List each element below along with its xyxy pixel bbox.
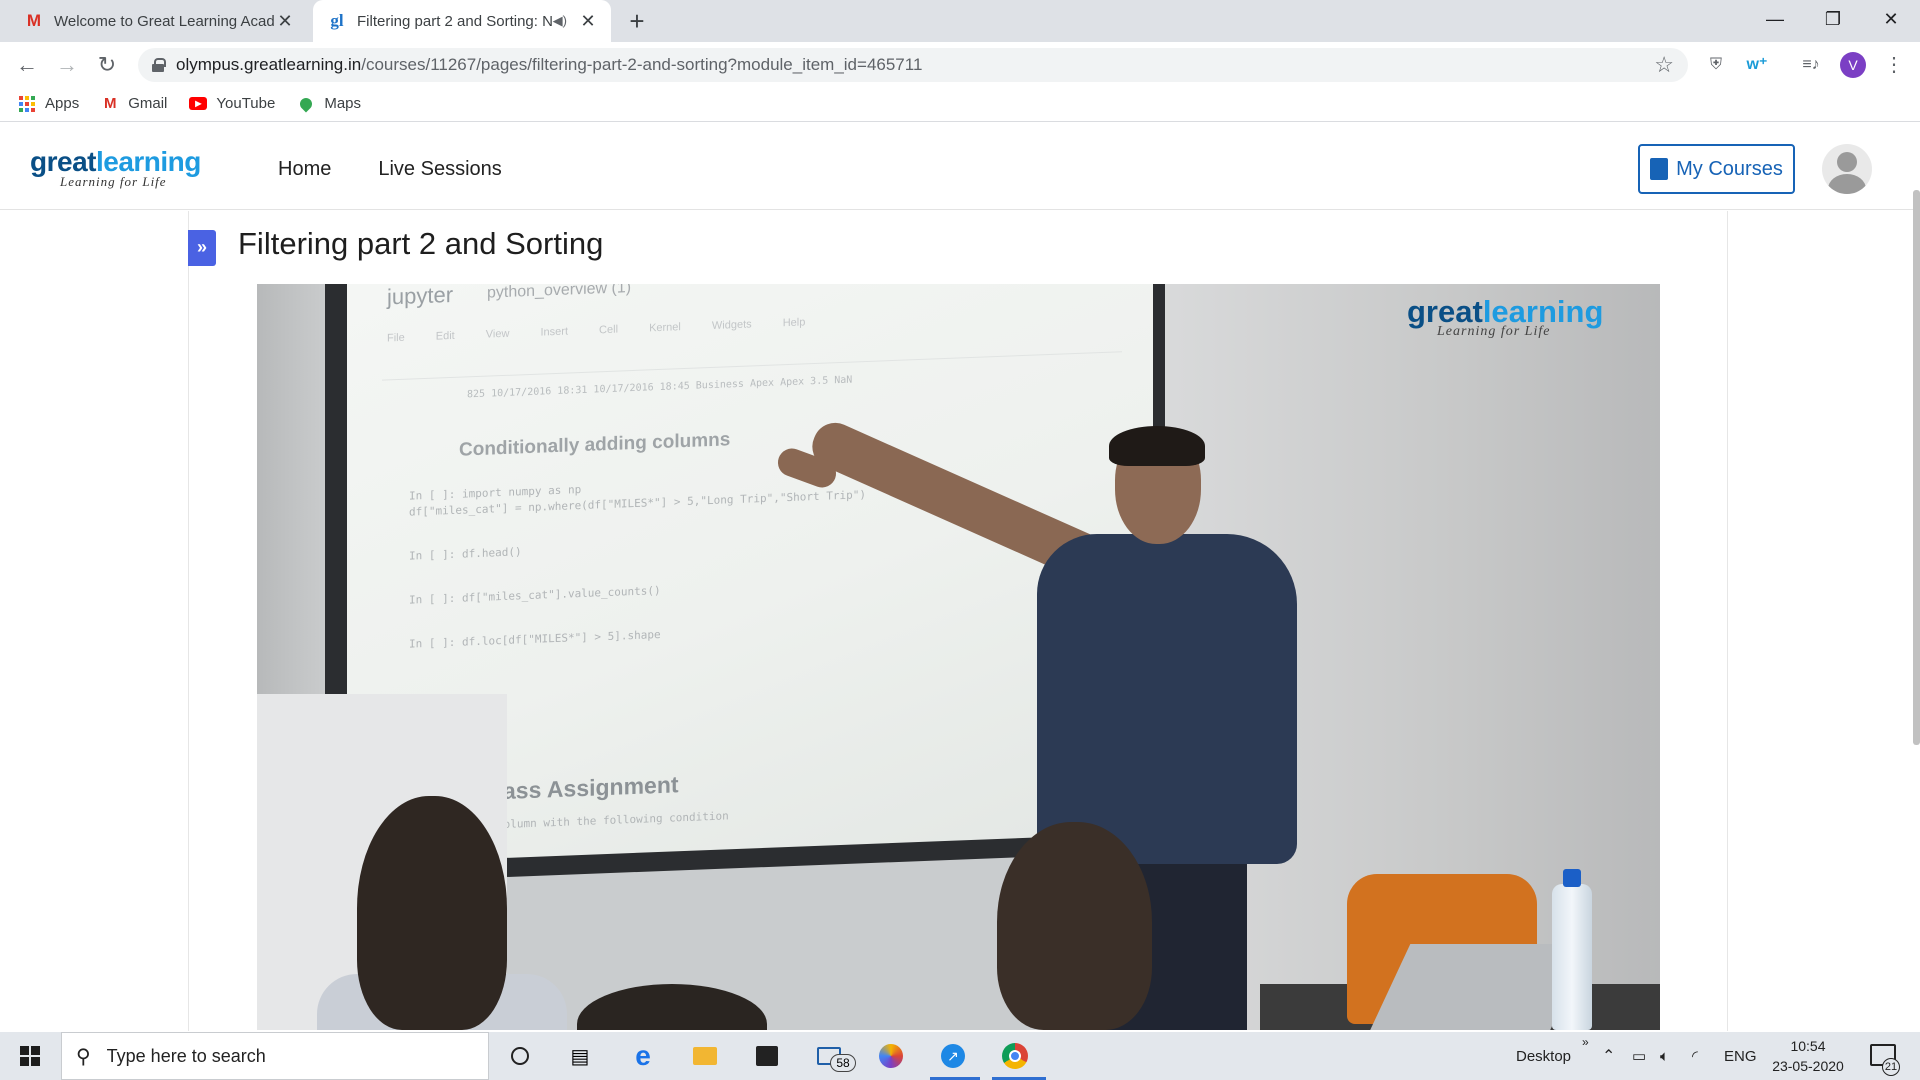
reload-button[interactable]: ↻ <box>92 50 122 80</box>
app-circle-icon[interactable] <box>876 1041 906 1071</box>
network-icon[interactable]: ◜ <box>1692 1032 1698 1080</box>
address-bar[interactable]: olympus.greatlearning.in/courses/11267/p… <box>138 48 1688 82</box>
tab-gmail[interactable]: M Welcome to Great Learning Acad ✕ <box>10 0 308 42</box>
lecture-video[interactable]: jupyter python_overview (1) File Edit Vi… <box>257 284 1660 1030</box>
extension-shield-icon[interactable]: ⛨ <box>1703 52 1729 78</box>
clock-date: 23-05-2020 <box>1772 1058 1844 1074</box>
page-title: Filtering part 2 and Sorting <box>238 226 604 261</box>
code-line: In [ ]: df.loc[df["MILES*"] > 5].shape <box>409 627 661 651</box>
battery-icon[interactable]: ▭ <box>1632 1032 1646 1080</box>
bookmark-gmail[interactable]: M Gmail <box>101 95 167 113</box>
search-placeholder: Type here to search <box>106 1045 266 1066</box>
back-button[interactable]: ← <box>12 50 42 80</box>
audience-head <box>997 822 1152 1030</box>
task-view-icon[interactable]: ▤ <box>565 1041 595 1071</box>
notebook-toolbar <box>382 334 1122 381</box>
window-controls: — ❐ ✕ <box>1746 0 1920 38</box>
code-line: In [ ]: df["miles_cat"].value_counts() <box>409 583 661 607</box>
my-courses-button[interactable]: My Courses <box>1638 144 1795 194</box>
book-icon <box>1650 158 1669 180</box>
site-nav: Home Live Sessions <box>278 158 549 181</box>
notebook-menu: File Edit View Insert Cell Kernel Widget… <box>387 316 806 345</box>
clock[interactable]: 10:54 23-05-2020 <box>1768 1036 1848 1076</box>
section-heading: Conditionally adding columns <box>459 429 731 461</box>
greatlearning-icon: gl <box>330 11 344 30</box>
bookmark-apps[interactable]: Apps <box>18 95 79 113</box>
site-header: greatlearning Learning for Life Home Liv… <box>0 128 1920 210</box>
store-icon[interactable] <box>752 1041 782 1071</box>
chevron-up-icon[interactable]: ⌃ <box>1602 1032 1615 1080</box>
chrome-icon[interactable] <box>1000 1041 1030 1071</box>
bookmark-label: Maps <box>324 95 362 112</box>
lock-icon[interactable] <box>152 58 166 72</box>
bookmark-youtube[interactable]: ▶ YouTube <box>189 95 275 113</box>
bookmark-star-icon[interactable]: ☆ <box>1654 52 1674 78</box>
bookmark-label: YouTube <box>216 95 276 112</box>
assignment-subtext: column with the following condition <box>497 809 729 832</box>
gmail-icon: M <box>26 11 42 30</box>
dataframe-row: 825 10/17/2016 18:31 10/17/2016 18:45 Bu… <box>467 374 853 401</box>
media-controls-icon[interactable]: ≡♪ <box>1798 52 1824 78</box>
cortana-icon[interactable] <box>505 1041 535 1071</box>
forward-button[interactable]: → <box>52 50 82 80</box>
presenter-shirt <box>1037 534 1297 864</box>
taskbar-search[interactable]: ⚲ Type here to search <box>61 1032 489 1080</box>
bookmark-maps[interactable]: Maps <box>297 95 361 113</box>
user-avatar[interactable] <box>1822 144 1872 194</box>
presenter-hair <box>1109 426 1205 466</box>
desktop-toolbar-label[interactable]: Desktop <box>1516 1032 1571 1080</box>
bookmark-label: Gmail <box>128 95 168 112</box>
search-icon: ⚲ <box>76 1045 91 1068</box>
chrome-profile-avatar[interactable]: V <box>1840 52 1866 78</box>
chrome-menu-icon[interactable]: ⋮ <box>1881 52 1907 78</box>
maximize-button[interactable]: ❐ <box>1804 0 1862 38</box>
extension-w-icon[interactable]: w⁺ <box>1744 52 1770 78</box>
url-text[interactable]: olympus.greatlearning.in/courses/11267/p… <box>176 55 922 75</box>
notebook-name: python_overview (1) <box>487 284 632 302</box>
pinned-app-icon[interactable]: ↗ <box>938 1041 968 1071</box>
nav-home[interactable]: Home <box>278 158 331 181</box>
bottle-cap <box>1563 869 1581 887</box>
bookmark-label: Apps <box>45 95 80 112</box>
language-indicator[interactable]: ENG <box>1724 1032 1757 1080</box>
browser-tab-strip: M Welcome to Great Learning Acad ✕ gl Fi… <box>0 0 1920 42</box>
youtube-icon: ▶ <box>189 95 208 113</box>
windows-start-icon[interactable] <box>20 1046 40 1066</box>
audience-head <box>577 984 767 1030</box>
browser-toolbar: ← → ↻ olympus.greatlearning.in/courses/1… <box>0 42 1920 86</box>
clock-time: 10:54 <box>1790 1038 1826 1054</box>
volume-icon[interactable]: 🔈︎ <box>1660 1032 1669 1080</box>
windows-taskbar: ⚲ Type here to search ▤ e 58 ↗ Desktop »… <box>0 1032 1920 1080</box>
tab-title: Welcome to Great Learning Acad <box>54 12 275 30</box>
minimize-button[interactable]: — <box>1746 0 1804 38</box>
apps-grid-icon <box>18 95 36 113</box>
gmail-icon: M <box>103 95 117 112</box>
file-explorer-icon[interactable] <box>690 1041 720 1071</box>
water-bottle <box>1552 884 1592 1030</box>
maps-pin-icon <box>297 95 315 113</box>
tab-title: Filtering part 2 and Sorting: N <box>357 12 553 30</box>
code-line: In [ ]: df.head() <box>409 545 522 563</box>
nav-live-sessions[interactable]: Live Sessions <box>378 158 501 181</box>
video-watermark-logo: greatlearning Learning for Life <box>1407 294 1604 339</box>
mail-badge: 58 <box>830 1054 856 1072</box>
close-window-button[interactable]: ✕ <box>1862 0 1920 38</box>
notification-count: 21 <box>1882 1058 1900 1076</box>
tab-filtering[interactable]: gl Filtering part 2 and Sorting: N ◀) ✕ <box>313 0 611 42</box>
close-tab-icon[interactable]: ✕ <box>579 11 597 32</box>
page-scrollbar[interactable] <box>1913 190 1920 745</box>
greatlearning-logo[interactable]: greatlearning Learning for Life <box>30 146 201 190</box>
speaker-icon[interactable]: ◀) <box>553 13 567 29</box>
edge-icon[interactable]: e <box>628 1040 658 1071</box>
jupyter-logo: jupyter <box>387 284 454 310</box>
expand-sidebar-button[interactable]: » <box>188 230 216 266</box>
toolbar-overflow[interactable]: » <box>1582 1018 1589 1066</box>
bookmarks-bar: Apps M Gmail ▶ YouTube Maps <box>0 86 1920 122</box>
close-tab-icon[interactable]: ✕ <box>276 11 294 32</box>
new-tab-button[interactable]: + <box>622 6 652 36</box>
audience-head <box>357 796 507 1030</box>
my-courses-label: My Courses <box>1676 157 1783 180</box>
